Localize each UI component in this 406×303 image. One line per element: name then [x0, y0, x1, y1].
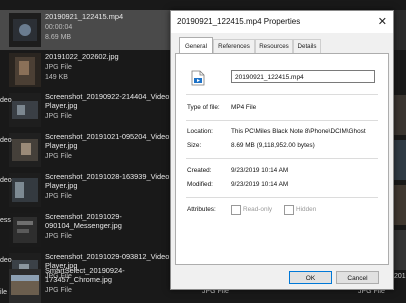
readonly-checkbox[interactable]: [231, 205, 241, 215]
location-value: This PC\Miles Black Note 8\Phone\DCIM\Gh…: [231, 128, 366, 135]
screenshot-thumbnail: [9, 213, 41, 247]
size-label: Size:: [187, 142, 202, 149]
edge-label: deo: [0, 257, 12, 264]
tab-details[interactable]: Details: [293, 39, 321, 53]
file-name: Screenshot_20191021-095204_Video Player.…: [45, 132, 170, 151]
edge-label: ess: [0, 217, 11, 224]
video-thumbnail: [9, 13, 41, 47]
general-panel: 20190921_122415.mp4 Type of file: MP4 Fi…: [175, 53, 389, 265]
screenshot-thumbnail: [9, 133, 41, 167]
file-item-screenshot[interactable]: Screenshot_20190922-214404_Video Player.…: [0, 90, 175, 130]
edge-label: ile: [0, 289, 8, 296]
cancel-button[interactable]: Cancel: [336, 271, 379, 284]
file-size: 8.69 MB: [45, 34, 72, 41]
divider: [186, 94, 378, 95]
tab-general[interactable]: General: [179, 37, 213, 53]
file-type: JPG File: [45, 233, 72, 240]
file-duration: 00:00:04: [45, 24, 73, 31]
attributes-label: Attributes:: [187, 206, 216, 213]
ok-button[interactable]: OK: [289, 271, 332, 284]
divider: [186, 158, 378, 159]
screenshot-thumbnail: [9, 93, 41, 127]
file-type: JPG File: [45, 113, 72, 120]
file-type: JPG File: [45, 287, 72, 294]
readonly-label: Read-only: [243, 206, 273, 213]
type-label: Type of file:: [187, 104, 220, 111]
photo-thumbnail: [9, 53, 41, 87]
close-icon[interactable]: ✕: [378, 15, 387, 28]
file-type: JPG File: [45, 64, 72, 71]
tab-references[interactable]: References: [213, 39, 255, 53]
dialog-title: 20190921_122415.mp4 Properties: [177, 17, 301, 26]
location-label: Location:: [187, 128, 213, 135]
edge-label: deo: [0, 137, 12, 144]
hidden-checkbox[interactable]: [284, 205, 294, 215]
file-type: JPG File: [45, 193, 72, 200]
file-item-photo[interactable]: 20191022_202602.jpg JPG File 149 KB: [0, 50, 175, 90]
file-name: Screenshot_20191028-163939_Video Player.…: [45, 172, 170, 191]
edge-label: deo: [0, 97, 12, 104]
modified-label: Modified:: [187, 181, 213, 188]
file-item-video[interactable]: 20190921_122415.mp4 00:00:04 8.69 MB: [0, 10, 175, 50]
file-name: Screenshot_20190922-214404_Video Player.…: [45, 92, 170, 111]
video-file-icon: [191, 70, 205, 86]
divider: [186, 120, 378, 121]
file-name: SmartSelect_20190924-173457_Chrome.jpg: [45, 266, 125, 285]
photo-thumbnail: [9, 269, 41, 303]
tab-resources[interactable]: Resources: [255, 39, 293, 53]
file-item-screenshot[interactable]: Screenshot_20191028-163939_Video Player.…: [0, 170, 175, 210]
created-label: Created:: [187, 167, 212, 174]
file-type: JPG File: [45, 153, 72, 160]
created-value: 9/23/2019 10:14 AM: [231, 167, 289, 174]
file-size: 149 KB: [45, 74, 68, 81]
file-item-screenshot[interactable]: Screenshot_20191021-095204_Video Player.…: [0, 130, 175, 170]
filename-input[interactable]: 20190921_122415.mp4: [231, 70, 375, 83]
file-item-screenshot[interactable]: Screenshot_20191029-090104_Messenger.jpg…: [0, 210, 175, 250]
size-value: 8.69 MB (9,118,952.00 bytes): [231, 142, 315, 149]
edge-label: deo: [0, 177, 12, 184]
hidden-label: Hidden: [296, 206, 317, 213]
title-bar[interactable]: 20190921_122415.mp4 Properties ✕: [171, 11, 393, 33]
modified-value: 9/23/2019 10:14 AM: [231, 181, 289, 188]
file-name: Screenshot_20191029-090104_Messenger.jpg: [45, 212, 122, 231]
type-value: MP4 File: [231, 104, 257, 111]
divider: [186, 197, 378, 198]
file-name: 20191022_202602.jpg: [45, 52, 119, 61]
file-item-smartselect[interactable]: SmartSelect_20190924-173457_Chrome.jpg J…: [0, 266, 175, 303]
file-name: 20190921_122415.mp4: [45, 12, 124, 21]
properties-dialog: 20190921_122415.mp4 Properties ✕ General…: [170, 10, 394, 290]
screenshot-thumbnail: [9, 173, 41, 207]
